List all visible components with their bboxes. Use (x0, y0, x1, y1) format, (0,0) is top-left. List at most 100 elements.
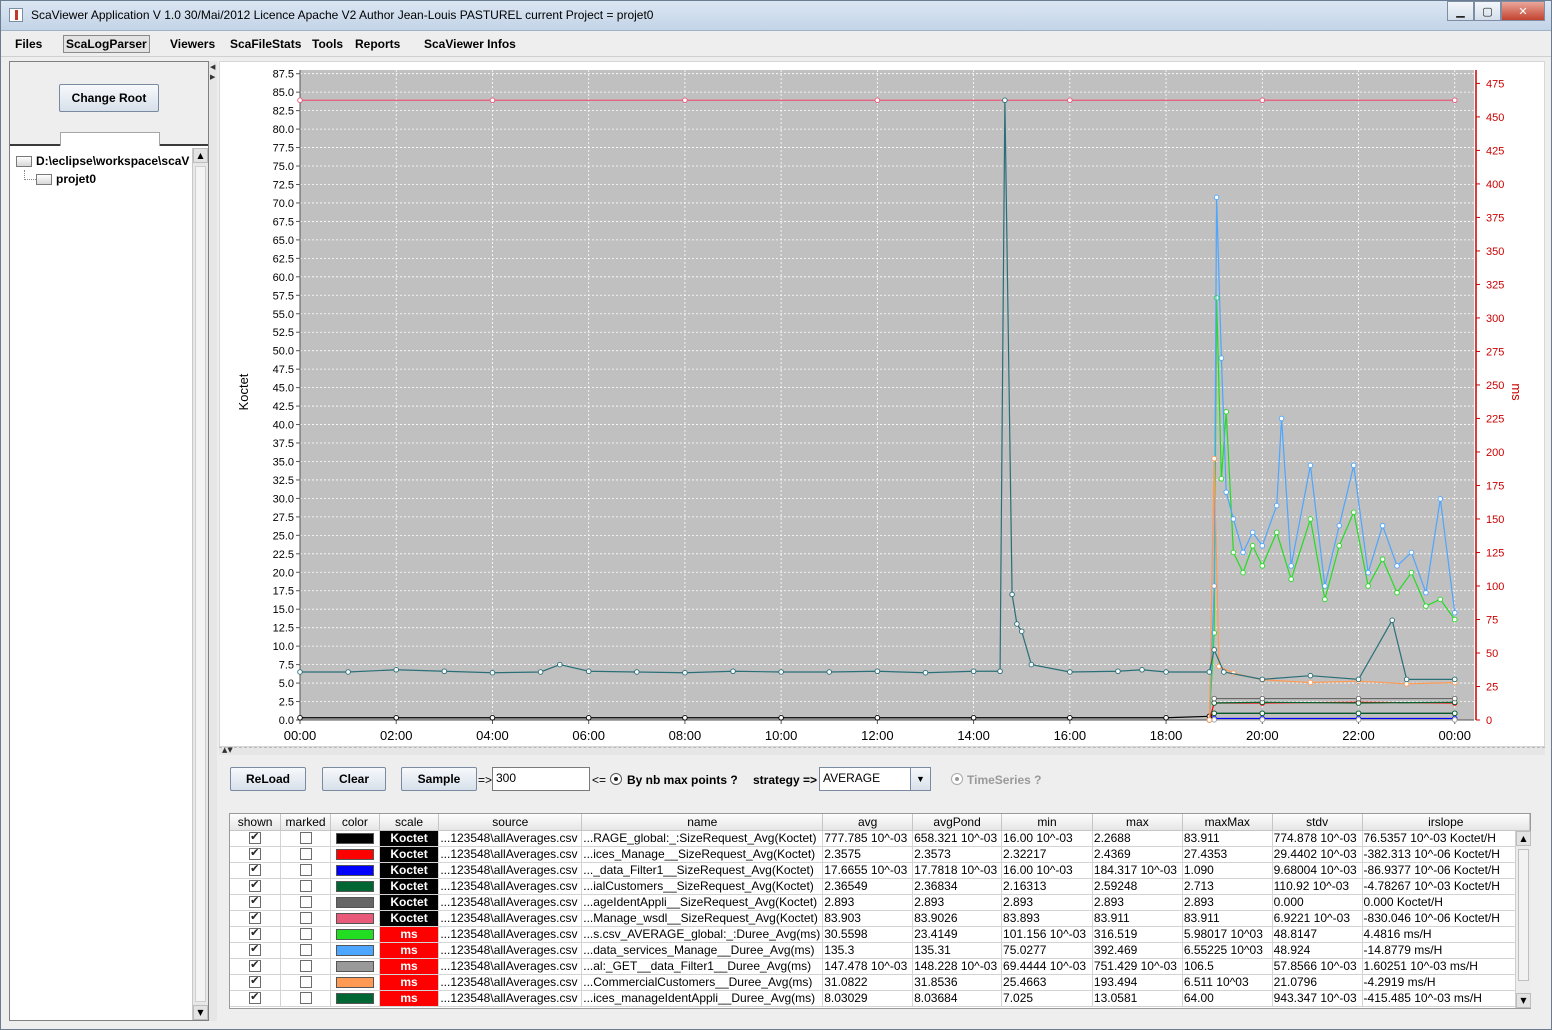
table-row[interactable]: ms...123548\allAverages.csv...data_servi… (230, 942, 1530, 959)
tree-scrollbar[interactable]: ▲ ▼ (192, 148, 208, 1020)
series-point[interactable] (1009, 591, 1015, 598)
plot-area[interactable] (300, 70, 1474, 720)
color-swatch[interactable] (335, 912, 374, 924)
color-cell[interactable] (330, 910, 380, 927)
chevron-down-icon[interactable]: ▼ (910, 768, 930, 790)
series-point[interactable] (1437, 596, 1444, 603)
color-cell[interactable] (330, 862, 380, 879)
column-header-marked[interactable]: marked (280, 814, 331, 831)
series-point[interactable] (970, 668, 977, 675)
table-row[interactable]: ms...123548\allAverages.csv...s.csv_AVER… (230, 926, 1530, 943)
series-point[interactable] (489, 669, 496, 676)
series-point[interactable] (297, 669, 303, 675)
series-point[interactable] (1067, 669, 1073, 675)
shown-checkbox[interactable] (249, 926, 262, 941)
series-point[interactable] (1452, 610, 1458, 616)
color-swatch[interactable] (335, 896, 374, 908)
sample-size-input[interactable]: 300 (492, 767, 590, 791)
series-point[interactable] (1028, 661, 1035, 668)
series-point[interactable] (1452, 676, 1458, 683)
series-point[interactable] (874, 715, 881, 721)
clear-button[interactable]: Clear (322, 767, 386, 791)
series-point[interactable] (1259, 695, 1266, 702)
color-cell[interactable] (330, 958, 380, 975)
series-point[interactable] (1452, 717, 1458, 723)
column-header-maxmax[interactable]: maxMax (1182, 814, 1273, 831)
series-point[interactable] (730, 668, 736, 675)
series-point[interactable] (1288, 563, 1294, 569)
series-point[interactable] (1336, 543, 1343, 549)
marked-checkbox[interactable] (299, 992, 312, 1005)
color-cell[interactable] (330, 942, 380, 959)
series-point[interactable] (1394, 563, 1400, 569)
series-point[interactable] (1259, 563, 1266, 569)
series-point[interactable] (1211, 700, 1217, 706)
series-point[interactable] (1211, 455, 1217, 462)
scroll-up-icon[interactable]: ▲ (193, 148, 208, 163)
series-point[interactable] (1067, 715, 1073, 721)
expand-right-icon[interactable]: ▶ (210, 73, 215, 81)
shown-checkbox[interactable] (249, 894, 262, 909)
series-point[interactable] (874, 97, 881, 104)
series-point[interactable] (1452, 695, 1458, 702)
marked-checkbox[interactable] (299, 896, 312, 909)
scale-cell[interactable]: ms (379, 974, 440, 991)
shown-checkbox[interactable] (249, 974, 262, 989)
series-point[interactable] (345, 669, 351, 675)
color-cell[interactable] (330, 894, 380, 911)
series-point[interactable] (1423, 589, 1429, 596)
column-header-avg[interactable]: avg (822, 814, 914, 831)
series-point[interactable] (1355, 676, 1362, 683)
scale-cell[interactable]: ms (379, 926, 440, 943)
scale-cell[interactable]: Koctet (379, 846, 440, 863)
series-point[interactable] (1322, 596, 1328, 603)
marked-checkbox[interactable] (299, 928, 312, 941)
scroll-up-icon[interactable]: ▲ (1516, 831, 1531, 846)
scroll-down-icon[interactable]: ▼ (193, 1005, 208, 1020)
table-row[interactable]: Koctet...123548\allAverages.csv...ageIde… (230, 894, 1530, 911)
by-nb-max-points-radio[interactable] (610, 773, 622, 785)
series-point[interactable] (1240, 549, 1246, 556)
series-point[interactable] (585, 668, 592, 675)
series-point[interactable] (1249, 529, 1256, 536)
color-swatch[interactable] (335, 832, 374, 844)
change-root-button[interactable]: Change Root (59, 84, 159, 112)
series-point[interactable] (1259, 717, 1266, 723)
series-point[interactable] (1336, 522, 1343, 529)
series-point[interactable] (1365, 583, 1371, 589)
marked-checkbox[interactable] (299, 944, 312, 957)
table-row[interactable]: Koctet...123548\allAverages.csv...RAGE_g… (230, 830, 1530, 847)
scale-cell[interactable]: ms (379, 958, 440, 975)
table-row[interactable]: ms...123548\allAverages.csv...ices_manag… (230, 990, 1530, 1007)
marked-checkbox[interactable] (299, 864, 312, 877)
tree-item-projet0[interactable]: projet0 (36, 172, 96, 186)
series-point[interactable] (557, 661, 563, 668)
scroll-down-icon[interactable]: ▼ (1516, 993, 1531, 1008)
series-point[interactable] (778, 669, 784, 675)
series-point[interactable] (1379, 556, 1386, 562)
series-point[interactable] (1211, 647, 1217, 653)
marked-checkbox[interactable] (299, 832, 312, 845)
scrollbar-thumb[interactable] (1518, 849, 1529, 981)
column-header-source[interactable]: source (438, 814, 583, 831)
series-point[interactable] (1350, 509, 1357, 516)
color-swatch[interactable] (335, 880, 374, 892)
maximize-icon[interactable]: ▢ (1474, 1, 1501, 21)
shown-checkbox[interactable] (249, 846, 262, 861)
series-point[interactable] (1403, 681, 1410, 687)
series-point[interactable] (1403, 676, 1410, 683)
series-point[interactable] (489, 97, 496, 104)
series-point[interactable] (826, 669, 833, 675)
series-point[interactable] (1350, 462, 1357, 469)
series-point[interactable] (778, 715, 784, 721)
shown-checkbox[interactable] (249, 862, 262, 877)
series-point[interactable] (1307, 672, 1314, 679)
series-point[interactable] (1273, 502, 1280, 509)
series-point[interactable] (393, 667, 399, 673)
series-point[interactable] (1307, 462, 1314, 469)
series-point[interactable] (1211, 695, 1217, 702)
series-point[interactable] (1355, 717, 1362, 723)
series-point[interactable] (1230, 516, 1237, 522)
table-row[interactable]: ms...123548\allAverages.csv...al:_GET__d… (230, 958, 1530, 975)
scale-cell[interactable]: Koctet (379, 894, 440, 911)
